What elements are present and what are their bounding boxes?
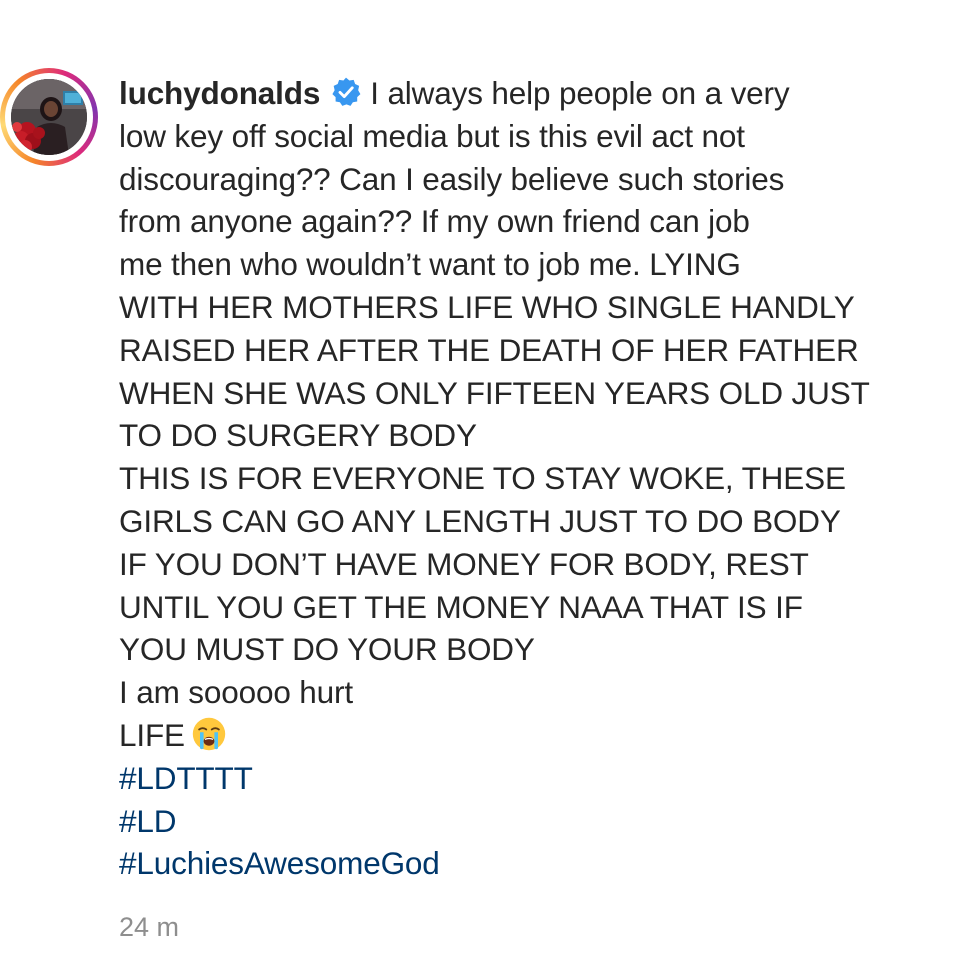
username-link[interactable]: luchydonalds [119, 75, 320, 111]
life-text: LIFE [119, 716, 185, 753]
caption-line: UNTIL YOU GET THE MONEY NAAA THAT IS IF [119, 588, 803, 625]
hashtag-link[interactable]: #LuchiesAwesomeGod [119, 842, 949, 885]
hashtag-link[interactable]: #LDTTTT [119, 757, 949, 800]
caption-line: TO DO SURGERY BODY [119, 417, 477, 454]
caption-line: IF YOU DON’T HAVE MONEY FOR BODY, REST [119, 545, 809, 582]
caption-line: I am sooooo hurt [119, 674, 353, 711]
avatar-photo [11, 79, 87, 155]
caption-line: discouraging?? Can I easily believe such… [119, 160, 785, 197]
verified-badge-icon [330, 76, 362, 108]
caption-line: me then who wouldn’t want to job me. LYI… [119, 246, 741, 283]
caption-text: I always help people on a very [370, 75, 790, 111]
caption-line: WITH HER MOTHERS LIFE WHO SINGLE HANDLY [119, 288, 855, 325]
caption-line: GIRLS CAN GO ANY LENGTH JUST TO DO BODY [119, 502, 841, 539]
caption-line: low key off social media but is this evi… [119, 117, 745, 154]
caption-line: THIS IS FOR EVERYONE TO STAY WOKE, THESE [119, 460, 846, 497]
post-caption: luchydonalds I always help people on a ve… [119, 72, 949, 885]
avatar[interactable] [11, 79, 87, 155]
caption-life-line: LIFE [119, 714, 949, 757]
caption-first-line: luchydonalds I always help people on a ve… [119, 72, 949, 115]
profile-avatar-story-ring[interactable] [0, 68, 98, 166]
loudly-crying-face-icon [191, 716, 227, 752]
hashtag-link[interactable]: #LD [119, 800, 949, 843]
caption-line: RAISED HER AFTER THE DEATH OF HER FATHER [119, 331, 859, 368]
caption-line: WHEN SHE WAS ONLY FIFTEEN YEARS OLD JUST [119, 374, 870, 411]
post-timestamp: 24 m [119, 912, 180, 942]
caption-line: YOU MUST DO YOUR BODY [119, 631, 535, 668]
caption-line: from anyone again?? If my own friend can… [119, 203, 750, 240]
